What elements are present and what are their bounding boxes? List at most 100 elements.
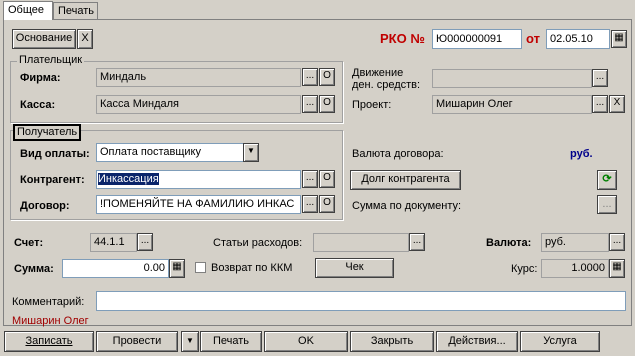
kassa-select-button[interactable]: ...: [302, 95, 318, 113]
contract-select-button[interactable]: ...: [302, 195, 318, 213]
tab-general-label: Общее: [8, 4, 45, 16]
post-button[interactable]: Провести: [96, 331, 178, 352]
document-date-input[interactable]: 02.05.10: [546, 29, 610, 49]
account-select-button[interactable]: ...: [137, 233, 153, 251]
calendar-button[interactable]: ▦: [611, 30, 627, 48]
firm-label: Фирма:: [20, 72, 61, 84]
refresh-icon: ⟳: [602, 173, 612, 185]
calculator-icon: ▦: [172, 261, 182, 272]
tab-general[interactable]: Общее: [3, 1, 53, 20]
payer-group-title: Плательщик: [17, 54, 85, 67]
ellipsis-icon: ...: [612, 235, 622, 246]
post-label: Провести: [112, 335, 162, 347]
expenses-label: Статьи расходов:: [213, 237, 303, 249]
open-icon: О: [323, 172, 331, 183]
osnovanie-label: Основание: [15, 32, 73, 44]
ellipsis-icon: ...: [305, 172, 315, 183]
kassa-label: Касса:: [20, 99, 56, 111]
ellipsis-icon: ...: [140, 235, 150, 246]
ellipsis-icon: ...: [305, 97, 315, 108]
open-icon: О: [323, 70, 331, 81]
contract-open-button[interactable]: О: [319, 195, 335, 213]
contractor-debt-button[interactable]: Долг контрагента: [350, 170, 461, 190]
rate-calculator-button[interactable]: ▦: [609, 259, 625, 278]
recipient-group-title: Получатель: [13, 124, 82, 141]
close-label: Закрыть: [370, 335, 414, 347]
date-from-label: от: [526, 31, 540, 46]
expenses-select-button[interactable]: ...: [409, 233, 425, 251]
tab-print[interactable]: Печать: [53, 2, 98, 19]
currency-label: Валюта:: [486, 237, 532, 249]
firm-field[interactable]: Миндаль: [96, 68, 301, 87]
ellipsis-icon: ...: [595, 71, 605, 82]
currency-select-button[interactable]: ...: [609, 233, 625, 251]
movement-label-line2: ден. средств:: [352, 79, 421, 91]
check-label: Чек: [345, 261, 364, 273]
calculator-icon: ▦: [612, 261, 622, 272]
actions-button[interactable]: Действия...: [436, 331, 518, 352]
account-field[interactable]: 44.1.1: [90, 233, 137, 252]
service-label: Услуга: [543, 335, 577, 347]
firm-select-button[interactable]: ...: [302, 68, 318, 86]
open-icon: О: [323, 97, 331, 108]
ellipsis-icon: ...: [412, 235, 422, 246]
kassa-open-button[interactable]: О: [319, 95, 335, 113]
chevron-down-icon: ▼: [247, 146, 255, 155]
close-button[interactable]: Закрыть: [350, 331, 434, 352]
contractor-select-button[interactable]: ...: [302, 170, 318, 188]
firm-open-button[interactable]: О: [319, 68, 335, 86]
project-field[interactable]: Мишарин Олег: [432, 95, 592, 114]
payment-type-select[interactable]: Оплата поставщику: [96, 143, 244, 162]
document-number-input[interactable]: Ю000000091: [432, 29, 522, 49]
account-label: Счет:: [14, 237, 44, 249]
currency-field[interactable]: руб.: [541, 233, 609, 252]
kassa-field[interactable]: Касса Миндаля: [96, 95, 301, 114]
ok-label: OK: [298, 335, 314, 347]
print-menu-button[interactable]: ▼: [181, 331, 199, 352]
close-icon: X: [81, 32, 89, 44]
ellipsis-icon: ...: [305, 197, 315, 208]
refresh-button[interactable]: ⟳: [597, 170, 617, 190]
sum-input[interactable]: 0.00: [62, 259, 169, 278]
doc-sum-label: Сумма по документу:: [352, 200, 462, 212]
project-label: Проект:: [352, 99, 392, 111]
movement-field[interactable]: [432, 69, 592, 88]
contractor-field[interactable]: Инкассация: [96, 170, 301, 189]
project-select-button[interactable]: ...: [592, 95, 608, 113]
rko-label: РКО №: [380, 31, 425, 46]
contractor-label: Контрагент:: [20, 174, 85, 186]
contractor-open-button[interactable]: О: [319, 170, 335, 188]
rate-field[interactable]: 1.0000: [541, 259, 609, 278]
payment-type-dropdown-button[interactable]: ▼: [243, 143, 259, 162]
project-clear-button[interactable]: X: [609, 95, 625, 113]
check-button[interactable]: Чек: [315, 258, 394, 278]
comment-input[interactable]: [96, 291, 626, 311]
contract-field[interactable]: !ПОМЕНЯЙТЕ НА ФАМИЛИЮ ИНКАС: [96, 195, 301, 214]
ellipsis-icon: ...: [602, 198, 612, 210]
ok-button[interactable]: OK: [264, 331, 348, 352]
calendar-icon: ▦: [614, 32, 624, 43]
contractor-value: Инкассация: [98, 173, 159, 185]
write-button[interactable]: Записать: [4, 331, 94, 352]
actions-label: Действия...: [448, 335, 506, 347]
payment-type-label: Вид оплаты:: [20, 148, 90, 160]
contract-currency-value: руб.: [570, 148, 593, 160]
calculator-button[interactable]: ▦: [169, 259, 185, 278]
return-kkm-checkbox[interactable]: [195, 262, 206, 273]
osnovanie-clear-button[interactable]: X: [77, 29, 93, 49]
comment-label: Комментарий:: [12, 296, 85, 308]
contractor-debt-label: Долг контрагента: [361, 173, 450, 185]
print-label: Печать: [212, 335, 250, 347]
author-label: Мишарин Олег: [12, 315, 89, 327]
movement-select-button[interactable]: ...: [592, 69, 608, 87]
chevron-down-icon: ▼: [186, 336, 194, 345]
open-icon: О: [323, 197, 331, 208]
expenses-field[interactable]: [313, 233, 409, 252]
ellipsis-icon: ...: [305, 70, 315, 81]
osnovanie-button[interactable]: Основание: [12, 29, 76, 49]
service-button[interactable]: Услуга: [520, 331, 600, 352]
ellipsis-icon: ...: [595, 97, 605, 108]
return-kkm-label: Возврат по ККМ: [211, 262, 293, 274]
doc-sum-button[interactable]: ...: [597, 195, 617, 214]
print-button[interactable]: Печать: [200, 331, 262, 352]
